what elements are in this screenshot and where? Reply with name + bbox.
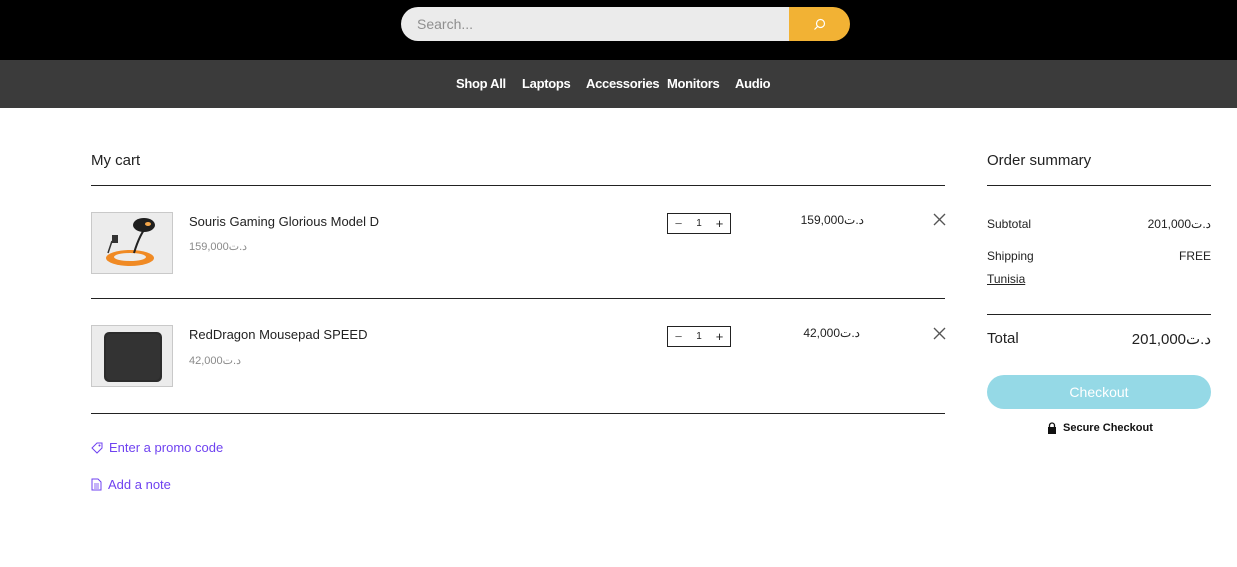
shipping-region-link[interactable]: Tunisia xyxy=(987,272,1025,286)
nav-item-monitors[interactable]: Monitors xyxy=(667,76,720,91)
lock-icon xyxy=(1048,422,1056,434)
divider xyxy=(987,185,1211,186)
remove-icon[interactable] xyxy=(932,212,947,227)
increase-quantity-button[interactable]: + xyxy=(709,327,730,346)
total-label: Total xyxy=(987,330,1019,347)
product-image-mousepad[interactable] xyxy=(91,325,173,387)
nav-item-laptops[interactable]: Laptops xyxy=(522,76,571,91)
divider xyxy=(91,298,945,299)
item-name[interactable]: Souris Gaming Glorious Model D xyxy=(189,214,379,229)
note-icon xyxy=(91,478,102,491)
total-value: 201,000د.ت xyxy=(1131,331,1211,348)
nav-item-accessories[interactable]: Accessories xyxy=(586,76,660,91)
checkout-button[interactable]: Checkout xyxy=(987,375,1211,409)
promo-code-label: Enter a promo code xyxy=(109,440,224,455)
subtotal-label: Subtotal xyxy=(987,217,1032,231)
quantity-input[interactable]: 1 xyxy=(689,331,709,342)
cart-title: My cart xyxy=(91,152,141,169)
quantity-input[interactable]: 1 xyxy=(689,218,709,229)
secure-checkout: Secure Checkout xyxy=(1047,422,1153,434)
add-note-link[interactable]: Add a note xyxy=(91,477,171,492)
order-summary-title: Order summary xyxy=(987,152,1092,169)
divider xyxy=(987,314,1211,315)
mousepad-image xyxy=(92,326,172,386)
shipping-value: FREE xyxy=(1178,249,1211,263)
divider xyxy=(91,185,945,186)
subtotal-value: 201,000د.ت xyxy=(1147,217,1211,231)
search-button[interactable] xyxy=(789,7,850,41)
shipping-label: Shipping xyxy=(987,249,1034,263)
decrease-quantity-button[interactable]: − xyxy=(668,214,689,233)
secure-checkout-label: Secure Checkout xyxy=(1063,422,1153,434)
quantity-stepper: − 1 + xyxy=(667,326,731,347)
add-note-label: Add a note xyxy=(108,477,171,492)
search-icon xyxy=(814,18,826,30)
search-bar xyxy=(401,7,850,41)
item-unit-price: 42,000د.ت xyxy=(189,355,241,367)
quantity-stepper: − 1 + xyxy=(667,213,731,234)
promo-code-link[interactable]: Enter a promo code xyxy=(91,440,223,455)
increase-quantity-button[interactable]: + xyxy=(709,214,730,233)
item-total: 42,000د.ت xyxy=(803,326,860,340)
nav-item-audio[interactable]: Audio xyxy=(735,76,771,91)
item-unit-price: 159,000د.ت xyxy=(189,241,248,253)
top-bar xyxy=(0,0,1237,60)
nav-item-shop-all[interactable]: Shop All xyxy=(456,76,506,91)
item-total: 159,000د.ت xyxy=(800,213,864,227)
main-nav: Shop All Laptops Accessories Monitors Au… xyxy=(0,60,1237,108)
remove-icon[interactable] xyxy=(932,326,947,341)
decrease-quantity-button[interactable]: − xyxy=(668,327,689,346)
item-name[interactable]: RedDragon Mousepad SPEED xyxy=(189,327,368,342)
divider xyxy=(91,413,945,414)
product-image-mouse[interactable] xyxy=(91,212,173,274)
tag-icon xyxy=(91,442,103,454)
mouse-image xyxy=(92,213,172,273)
search-input[interactable] xyxy=(401,7,791,41)
